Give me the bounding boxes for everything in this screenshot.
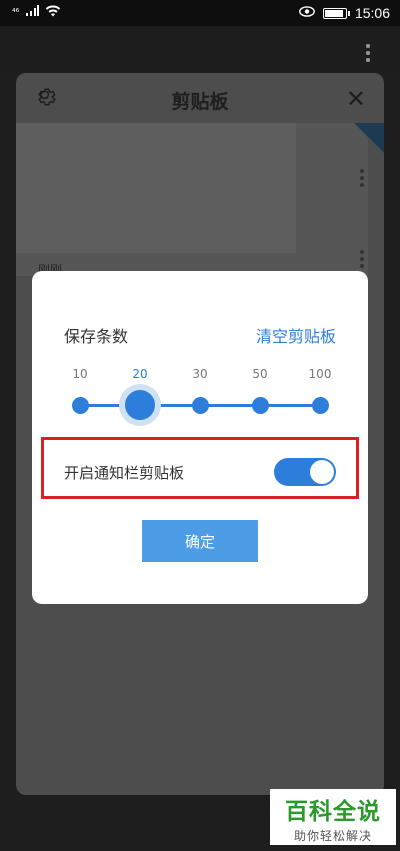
watermark: 百科全说 助你轻松解决 xyxy=(270,789,396,845)
slider-option-label: 50 xyxy=(252,367,268,381)
eye-icon xyxy=(299,5,315,21)
wifi-icon xyxy=(45,5,61,21)
slider-thumb[interactable] xyxy=(125,390,155,420)
slider-option-label: 10 xyxy=(72,367,88,381)
slider-option-label: 100 xyxy=(308,367,332,381)
status-bar: ⁴⁶ 15:06 xyxy=(0,0,400,26)
panel-header: 剪贴板 ✕ xyxy=(16,73,384,124)
clipboard-item[interactable] xyxy=(16,123,368,276)
signal-icon xyxy=(25,5,40,21)
slider-option-label: 30 xyxy=(192,367,208,381)
settings-dialog: 保存条数 清空剪贴板 10 20 30 50 100 开启通知栏剪贴板 确定 xyxy=(32,271,368,604)
panel-title: 剪贴板 xyxy=(171,91,229,113)
corner-tag xyxy=(354,123,384,153)
status-time: 15:06 xyxy=(354,5,390,21)
item-menu-icon-2[interactable] xyxy=(360,250,364,268)
slider-stop[interactable] xyxy=(251,397,269,414)
clear-clipboard-link[interactable]: 清空剪贴板 xyxy=(256,323,336,347)
overflow-menu-icon[interactable] xyxy=(366,44,370,62)
slider-option-label: 20 xyxy=(132,367,148,381)
save-count-slider[interactable]: 10 20 30 50 100 xyxy=(64,367,336,420)
battery-icon xyxy=(322,7,350,19)
app-top-bar xyxy=(0,26,400,74)
slider-stop[interactable] xyxy=(191,397,209,414)
signal-label: ⁴⁶ xyxy=(12,8,20,18)
highlight-box xyxy=(41,437,359,499)
watermark-slogan: 助你轻松解决 xyxy=(293,829,372,843)
close-icon[interactable]: ✕ xyxy=(346,85,366,113)
confirm-button[interactable]: 确定 xyxy=(142,520,258,562)
item-menu-icon[interactable] xyxy=(360,169,364,187)
watermark-logo: 百科全说 xyxy=(285,799,381,825)
slider-stop[interactable] xyxy=(311,397,329,414)
slider-stop[interactable] xyxy=(71,397,89,414)
dialog-title: 保存条数 xyxy=(64,327,129,346)
